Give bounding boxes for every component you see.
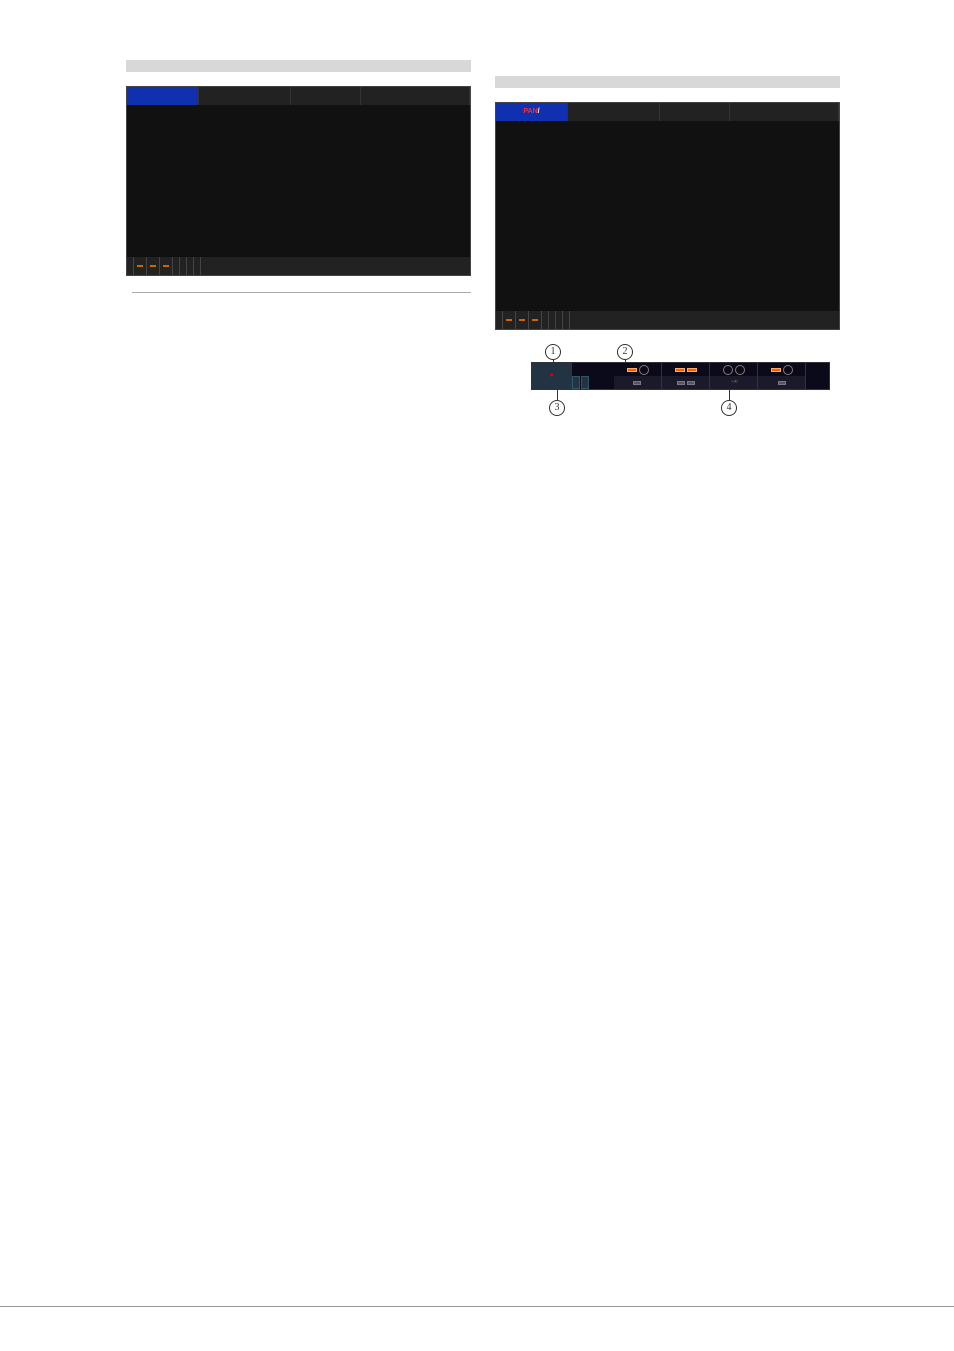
f2-mach-v — [506, 319, 512, 321]
mix-on — [627, 368, 637, 372]
knob-icon — [735, 365, 745, 375]
left-column — [126, 60, 471, 432]
circled-2: 2 — [617, 344, 633, 360]
mix-grid — [498, 123, 837, 309]
circled-4: 4 — [721, 400, 737, 416]
f2-enc-a — [532, 319, 538, 321]
f-mach-v — [137, 265, 143, 267]
hint-body — [126, 293, 471, 301]
knob-icon — [723, 365, 733, 375]
page-footer — [0, 1306, 954, 1315]
circled-3: 3 — [549, 400, 565, 416]
mix-on — [771, 368, 781, 372]
f-mix-v — [150, 265, 156, 267]
comp-link-heading — [126, 60, 471, 72]
knob-icon — [639, 365, 649, 375]
callout-diagram: 1 2 3 4 ♥ — [495, 344, 840, 418]
post-on-button-a — [572, 376, 580, 389]
comp-link-screenshot — [126, 86, 471, 276]
circled-1: 1 — [545, 344, 561, 360]
mix-on — [687, 368, 697, 372]
type-selection-area: ♥ — [532, 363, 572, 389]
ss-footer — [127, 257, 470, 275]
ss-title — [127, 87, 199, 105]
ch-to-mix-screenshot: PAN/ — [495, 102, 840, 330]
post-on-button-b — [581, 376, 589, 389]
f2-mix-v — [519, 319, 525, 321]
knob-icon — [783, 365, 793, 375]
post-btn — [633, 381, 641, 385]
hint-label — [126, 292, 471, 293]
post-btn — [778, 381, 786, 385]
post-btn — [687, 381, 695, 385]
mix-on — [675, 368, 685, 372]
ch-to-mix-heading — [495, 76, 840, 88]
ss2-title: PAN/ — [496, 103, 568, 121]
f-enc-a — [163, 265, 169, 267]
inf-label: -∞ — [731, 378, 737, 387]
right-column: PAN/ — [495, 60, 840, 432]
ss2-footer — [496, 311, 839, 329]
post-btn — [677, 381, 685, 385]
